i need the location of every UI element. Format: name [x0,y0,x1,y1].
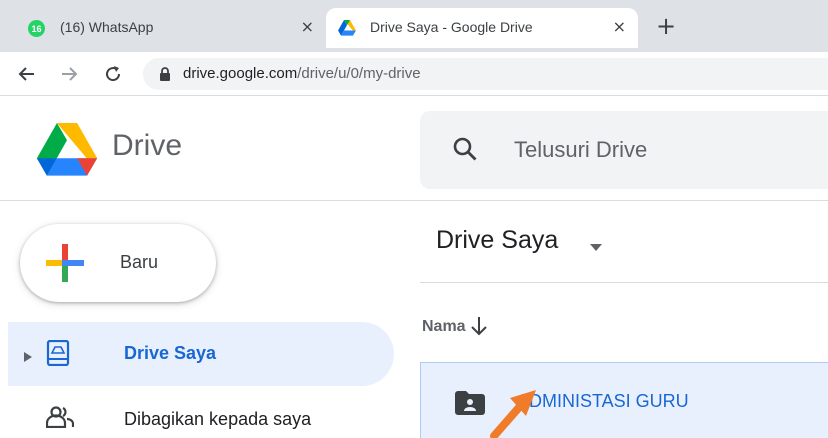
shared-folder-icon [455,391,485,420]
url-path: /drive/u/0/my-drive [297,65,421,82]
column-header-name[interactable]: Nama [422,318,466,336]
whatsapp-favicon-icon: 16 [28,20,45,37]
sidebar-item-shared-with-me[interactable]: Dibagikan kepada saya [8,388,394,438]
new-button[interactable]: Baru [20,224,216,302]
page-title[interactable]: Drive Saya [436,226,558,255]
my-drive-icon [46,339,70,371]
google-drive-logo-icon[interactable] [36,123,98,182]
new-button-label: Baru [120,252,159,272]
browser-toolbar: drive.google.com/drive/u/0/my-drive [0,52,828,96]
annotation-arrow-icon [488,380,548,438]
divider [420,282,828,283]
plus-icon [46,244,84,287]
back-arrow-icon[interactable] [14,61,40,87]
forward-arrow-icon[interactable] [56,61,82,87]
notification-badge: 16 [28,20,45,37]
sidebar-item-my-drive[interactable]: Drive Saya [8,322,394,386]
tab-google-drive[interactable]: Drive Saya - Google Drive × [326,8,638,48]
search-input[interactable]: Telusuri Drive [514,137,647,163]
shared-people-icon [45,406,75,433]
browser-tab-strip: 16 (16) WhatsApp × Drive Saya - Google D… [0,0,828,52]
tab-title: (16) WhatsApp [60,19,154,35]
tab-title: Drive Saya - Google Drive [370,19,533,35]
close-tab-icon[interactable]: × [613,17,626,36]
url-text: drive.google.com/drive/u/0/my-drive [183,65,421,82]
expand-caret-icon[interactable] [24,349,32,367]
drive-header: Drive Telusuri Drive [0,97,828,201]
chevron-down-icon[interactable] [590,238,602,256]
file-list-row[interactable]: ADMINISTASI GURU [420,362,828,438]
reload-icon[interactable] [100,61,126,87]
sidebar-item-label: Drive Saya [124,343,217,363]
tab-whatsapp[interactable]: 16 (16) WhatsApp × [16,8,326,48]
search-drive-box[interactable]: Telusuri Drive [420,111,828,189]
search-icon[interactable] [452,136,478,167]
url-host: drive.google.com [183,65,298,82]
drive-favicon-icon [338,20,356,39]
new-tab-button[interactable]: + [656,14,676,38]
drive-brand-title[interactable]: Drive [112,129,182,163]
lock-icon[interactable] [159,67,171,86]
sort-arrow-down-icon[interactable] [470,316,488,341]
close-tab-icon[interactable]: × [301,17,314,36]
sidebar-item-label: Dibagikan kepada saya [124,409,312,429]
address-bar[interactable]: drive.google.com/drive/u/0/my-drive [143,58,828,90]
